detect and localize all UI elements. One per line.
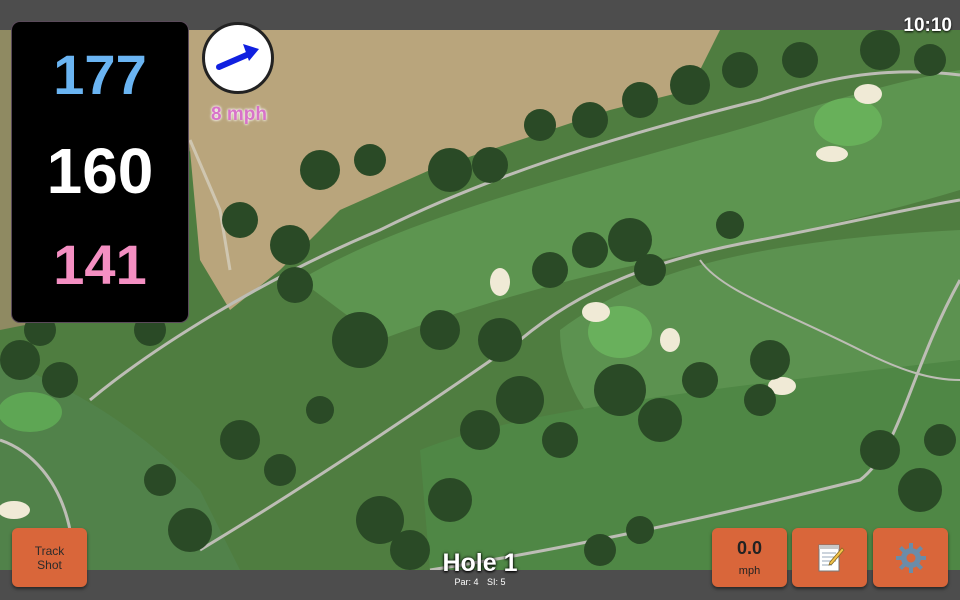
settings-button[interactable] [873, 528, 948, 587]
hole-stroke-index: SI: 5 [487, 577, 506, 587]
notes-button[interactable] [792, 528, 867, 587]
wind-speed-unit: mph [738, 565, 761, 577]
wind-speed-label: 8 mph [211, 104, 267, 125]
track-shot-button[interactable]: Track Shot [12, 528, 87, 587]
hole-par: Par: 4 [454, 577, 479, 587]
back-distance: 177 [53, 43, 147, 106]
middle-distance: 160 [46, 135, 154, 207]
wind-speed-value: 0.0 [736, 538, 763, 558]
gear-icon [895, 542, 927, 574]
distance-panel: 177 160 141 [12, 22, 188, 322]
arrow-right-icon [216, 44, 259, 70]
clock: 10:10 [903, 15, 952, 36]
hole-info: Par: 4 SI: 5 [380, 577, 580, 587]
wind-speed-button[interactable]: 0.0 mph [712, 528, 787, 587]
notepad-icon [814, 542, 846, 574]
track-shot-label-line1: Track [34, 544, 65, 558]
front-distance: 141 [53, 233, 147, 296]
track-shot-label-line2: Shot [37, 558, 62, 572]
wind-direction-indicator[interactable] [202, 22, 274, 94]
hole-title: Hole 1 [442, 549, 518, 577]
